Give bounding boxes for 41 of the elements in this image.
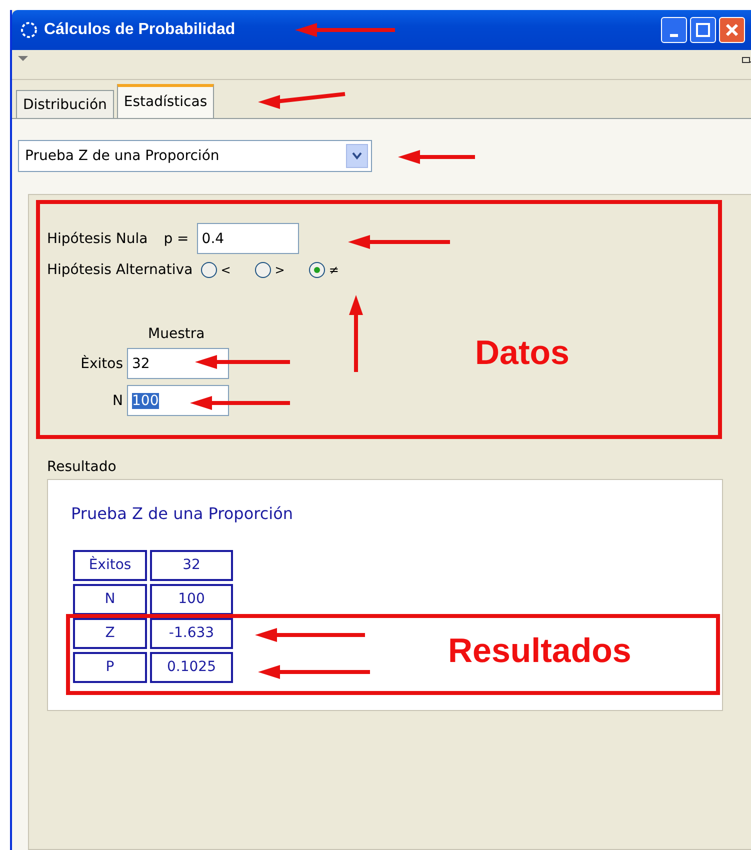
field-label: Hipótesis Nula xyxy=(47,230,148,246)
app-icon xyxy=(20,21,38,39)
tab[interactable]: Distribución xyxy=(16,90,114,118)
table-cell: Z xyxy=(73,618,147,649)
close-button[interactable] xyxy=(719,17,745,43)
radio-button[interactable] xyxy=(254,262,271,278)
radio-button[interactable] xyxy=(308,262,325,278)
maximize-button[interactable] xyxy=(690,17,716,43)
input-field[interactable]: 0.4 xyxy=(196,223,299,254)
minimize-icon xyxy=(670,34,678,36)
field-label: p = xyxy=(164,230,189,246)
tab[interactable]: Estadísticas xyxy=(116,84,214,118)
minimize-button[interactable] xyxy=(661,17,687,43)
section-label: Resultado xyxy=(47,459,118,475)
table-cell: N xyxy=(73,584,147,615)
procedure-dropdown[interactable]: Prueba Z de una Proporción xyxy=(18,140,372,172)
annotation-label: Datos xyxy=(475,334,570,373)
section-heading: Muestra xyxy=(148,326,206,342)
dropdown-icon[interactable] xyxy=(18,56,28,62)
radio-label: > xyxy=(274,263,285,277)
table-cell: 0.1025 xyxy=(150,652,233,683)
maximize-icon xyxy=(696,23,710,37)
table-cell: 32 xyxy=(150,550,233,581)
table-cell: 100 xyxy=(150,584,233,615)
field-label: N xyxy=(112,392,123,408)
input-field[interactable]: 32 xyxy=(127,348,229,379)
result-title: Prueba Z de una Proporción xyxy=(71,504,294,523)
field-label: Hipótesis Alternativa xyxy=(47,262,193,278)
table-cell: -1.633 xyxy=(150,618,233,649)
radio-label: < xyxy=(220,263,231,277)
chevron-icon xyxy=(346,144,368,168)
radio-button[interactable] xyxy=(200,262,217,278)
radio-label: ≠ xyxy=(328,263,339,277)
window-icon[interactable] xyxy=(742,56,751,66)
input-field[interactable]: 100 xyxy=(127,385,229,416)
annotation-label: Resultados xyxy=(448,632,632,671)
table-cell: P xyxy=(73,652,147,683)
close-icon xyxy=(725,23,739,37)
window-title: Cálculos de Probabilidad xyxy=(44,21,236,39)
field-label: Èxitos xyxy=(80,356,123,372)
table-cell: Èxitos xyxy=(73,550,147,581)
